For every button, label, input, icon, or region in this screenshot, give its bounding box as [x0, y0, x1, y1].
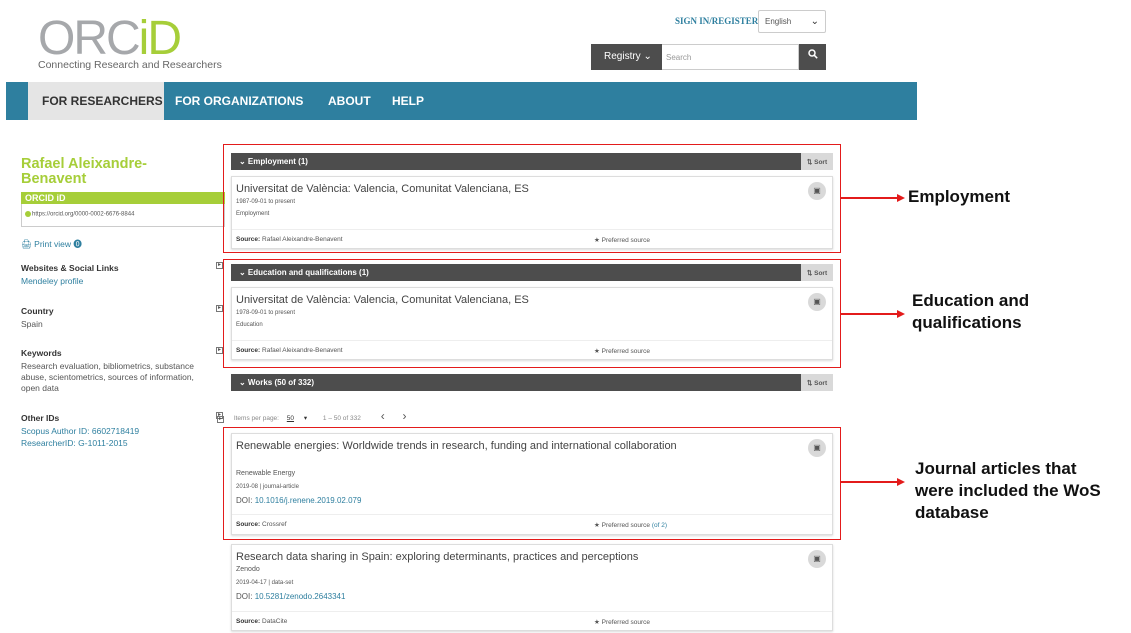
- employment-highlight-box: [223, 144, 841, 253]
- websites-toggle-icon[interactable]: ▸: [216, 262, 223, 269]
- nav-help[interactable]: HELP: [392, 82, 424, 120]
- orcid-id-label: ORCID iD: [21, 192, 225, 204]
- search-input[interactable]: Search: [662, 44, 799, 70]
- journal-annotation-line2: were included the WoS: [915, 481, 1101, 500]
- works-heading: ⌄ Works (50 of 332): [239, 378, 315, 387]
- keywords-title: Keywords: [21, 348, 62, 358]
- language-select[interactable]: English ⌄: [758, 10, 826, 33]
- logo-wordmark: ORCiD: [38, 12, 182, 65]
- education-annotation-line1: Education and: [912, 291, 1030, 310]
- chevron-down-icon: ⌄: [810, 16, 819, 27]
- journal-annotation: Journal articles that were included the …: [915, 458, 1101, 524]
- country-toggle-icon[interactable]: ▸: [216, 305, 223, 312]
- language-value: English: [765, 17, 792, 26]
- work-source: Source: DataCite: [236, 618, 288, 625]
- journal-arrow-line: [841, 481, 898, 483]
- signin-register-link[interactable]: SIGN IN/REGISTER: [675, 16, 758, 26]
- search-icon: [807, 49, 818, 59]
- work-doi: DOI: 10.5281/zenodo.2643341: [236, 592, 346, 601]
- work-doi-link[interactable]: 10.5281/zenodo.2643341: [255, 592, 346, 601]
- registry-dropdown[interactable]: Registry ⌄: [591, 44, 662, 70]
- other-ids-title: Other IDs: [21, 413, 60, 423]
- print-view-link[interactable]: 🖨 Print view ⓿: [21, 238, 82, 250]
- researcher-id-link[interactable]: ResearcherID: G-1011-2015: [21, 438, 128, 449]
- employment-annotation: Employment: [908, 187, 1011, 206]
- work-item: Research data sharing in Spain: explorin…: [231, 544, 833, 631]
- works-sort-button[interactable]: ⇅ Sort: [801, 374, 833, 391]
- education-annotation-line2: qualifications: [912, 313, 1022, 332]
- person-name: Rafael Aleixandre-Benavent: [21, 156, 147, 187]
- previous-page-icon[interactable]: ‹: [381, 409, 385, 423]
- keywords-value: Research evaluation, bibliometrics, subs…: [21, 361, 194, 393]
- employment-arrow-head: [897, 194, 905, 202]
- country-value: Spain: [21, 319, 43, 329]
- work-preferred-source: ★ Preferred source: [594, 619, 651, 626]
- scopus-id-link[interactable]: Scopus Author ID: 6602718419: [21, 426, 139, 437]
- items-per-page-chevron-icon[interactable]: ▾: [304, 415, 307, 422]
- websites-title: Websites & Social Links: [21, 263, 119, 273]
- education-arrow-line: [841, 313, 898, 315]
- education-annotation: Education and qualifications: [912, 290, 1029, 334]
- nav-for-organizations[interactable]: FOR ORGANIZATIONS: [175, 82, 303, 120]
- works-toggle-icon[interactable]: ▸: [217, 416, 224, 423]
- orcid-logo[interactable]: ORCiD Connecting Research and Researcher…: [38, 14, 238, 74]
- works-pagination: ▸ Items per page: 50 ▾ 1 – 50 of 332 ‹ ›: [217, 409, 477, 423]
- orcid-id-icon: [25, 211, 31, 217]
- country-title: Country: [21, 306, 54, 316]
- card-divider: [232, 611, 832, 612]
- education-highlight-box: [223, 259, 841, 368]
- journal-annotation-line3: database: [915, 503, 989, 522]
- logo-tagline: Connecting Research and Researchers: [38, 59, 222, 71]
- items-per-page-select[interactable]: 50: [287, 415, 294, 422]
- work-expand-icon[interactable]: ▣: [808, 550, 826, 568]
- nav-for-researchers[interactable]: FOR RESEARCHERS: [28, 82, 164, 120]
- next-page-icon[interactable]: ›: [403, 409, 407, 423]
- work-title: Research data sharing in Spain: explorin…: [236, 551, 639, 563]
- work-meta: 2019-04-17 | data-set: [236, 580, 294, 586]
- journal-arrow-head: [897, 478, 905, 486]
- education-arrow-head: [897, 310, 905, 318]
- journal-annotation-line1: Journal articles that: [915, 459, 1077, 478]
- nav-about[interactable]: ABOUT: [328, 82, 371, 120]
- search-button[interactable]: [799, 44, 826, 70]
- employment-arrow-line: [841, 197, 898, 199]
- mendeley-profile-link[interactable]: Mendeley profile: [21, 276, 83, 287]
- keywords-toggle-icon[interactable]: ▸: [216, 347, 223, 354]
- items-per-page-label: Items per page:: [233, 415, 279, 422]
- works-range: 1 – 50 of 332: [322, 415, 361, 422]
- works-header[interactable]: ⌄ Works (50 of 332) ⇅ Sort: [231, 374, 833, 391]
- main-nav: FOR RESEARCHERS FOR ORGANIZATIONS ABOUT …: [6, 82, 917, 120]
- work-journal: Zenodo: [236, 566, 260, 573]
- orcid-id-url[interactable]: https://orcid.org/0000-0002-6676-8844: [21, 204, 225, 227]
- journal-articles-highlight-box: [223, 427, 841, 540]
